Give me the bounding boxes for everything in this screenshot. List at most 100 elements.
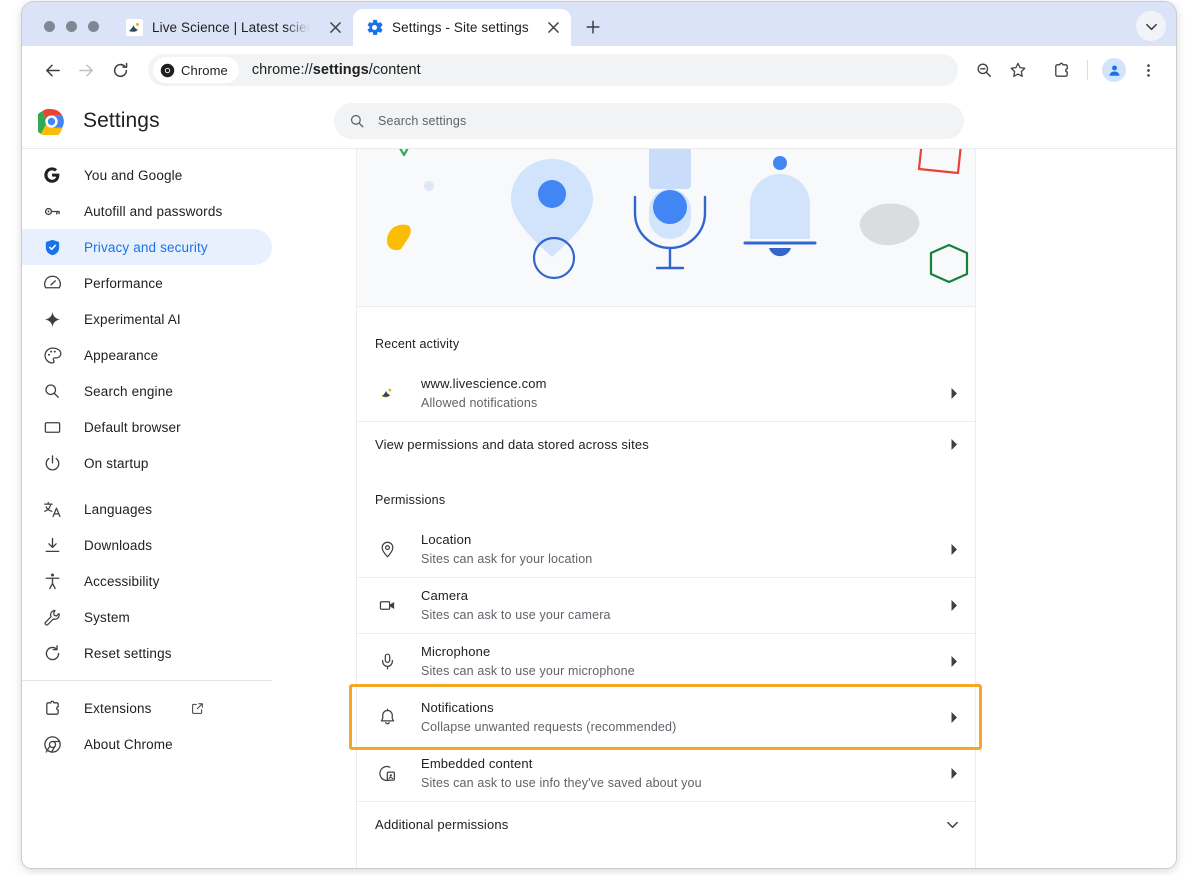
search-settings-input[interactable]: Search settings: [334, 103, 964, 139]
sidebar-item-on-startup[interactable]: On startup: [22, 445, 272, 481]
recent-activity-site-row[interactable]: www.livescience.com Allowed notification…: [357, 365, 975, 421]
browser-menu-button[interactable]: [1132, 54, 1164, 86]
sidebar-item-about-chrome[interactable]: About Chrome: [22, 726, 272, 762]
arrow-right-icon: [77, 61, 96, 80]
browser-window-icon: [42, 417, 62, 437]
palette-icon: [42, 345, 62, 365]
tab-title: Settings - Site settings: [392, 20, 529, 35]
permission-text: Microphone Sites can ask to use your mic…: [421, 642, 950, 681]
sidebar-item-autofill-and-passwords[interactable]: Autofill and passwords: [22, 193, 272, 229]
bell-icon: [375, 708, 399, 727]
close-window-button[interactable]: [44, 21, 55, 32]
sidebar-item-languages[interactable]: Languages: [22, 491, 272, 527]
sidebar-item-performance[interactable]: Performance: [22, 265, 272, 301]
sidebar-item-label: System: [84, 610, 130, 625]
maximize-window-button[interactable]: [88, 21, 99, 32]
additional-permissions-text: Additional permissions: [375, 815, 946, 834]
microphone-icon: [375, 652, 399, 671]
sidebar-item-privacy-and-security[interactable]: Privacy and security: [22, 229, 272, 265]
sidebar-item-label: Extensions: [84, 701, 152, 716]
plus-icon: [586, 20, 600, 34]
address-bar[interactable]: Chrome chrome://settings/content: [148, 54, 958, 86]
chevron-down-icon[interactable]: [946, 818, 959, 831]
chevron-right-icon: [950, 655, 959, 668]
livescience-favicon: [126, 19, 143, 36]
embedded-content-icon: [375, 764, 399, 783]
chrome-origin-chip[interactable]: Chrome: [153, 57, 239, 83]
extension-puzzle-icon: [42, 698, 62, 718]
sidebar-item-you-and-google[interactable]: You and Google: [22, 157, 272, 193]
sidebar-item-experimental-ai[interactable]: Experimental AI: [22, 301, 272, 337]
back-button[interactable]: [36, 54, 68, 86]
bookmark-button[interactable]: [1002, 54, 1034, 86]
sidebar-item-label: Performance: [84, 276, 163, 291]
permission-row-embedded-content[interactable]: Embedded content Sites can ask to use in…: [357, 745, 975, 801]
shield-icon: [42, 237, 62, 257]
minimize-window-button[interactable]: [66, 21, 77, 32]
reload-button[interactable]: [104, 54, 136, 86]
sidebar-item-search-engine[interactable]: Search engine: [22, 373, 272, 409]
zoom-out-button[interactable]: [968, 54, 1000, 86]
tab-search-button[interactable]: [1136, 11, 1166, 41]
new-tab-button[interactable]: [579, 13, 607, 41]
view-permissions-text: View permissions and data stored across …: [375, 435, 950, 454]
site-settings-illustration: [357, 149, 975, 307]
chrome-logo-icon: [38, 108, 65, 135]
notifications-highlight-wrapper: Notifications Collapse unwanted requests…: [357, 689, 975, 745]
sidebar-item-label: Appearance: [84, 348, 158, 363]
more-vertical-icon: [1140, 62, 1157, 79]
chevron-down-icon: [1145, 20, 1158, 33]
chevron-right-icon: [950, 438, 959, 451]
download-icon: [42, 535, 62, 555]
speedometer-icon: [42, 273, 62, 293]
sidebar-item-appearance[interactable]: Appearance: [22, 337, 272, 373]
sidebar-item-label: Privacy and security: [84, 240, 208, 255]
sidebar-item-label: Search engine: [84, 384, 173, 399]
sidebar-item-extensions[interactable]: Extensions: [22, 690, 272, 726]
sidebar-gap: [22, 481, 334, 491]
key-icon: [42, 201, 62, 221]
sidebar-item-label: Accessibility: [84, 574, 159, 589]
extensions-button[interactable]: [1045, 54, 1077, 86]
page-title: Settings: [83, 109, 160, 133]
settings-body: You and Google Autofill and passwords Pr…: [22, 149, 1176, 868]
settings-page: Settings Search settings You and Google: [22, 94, 1176, 868]
settings-content: Recent activity www.livescience.com: [334, 149, 1176, 868]
close-icon[interactable]: [544, 18, 564, 38]
person-icon: [1107, 63, 1122, 78]
power-icon: [42, 453, 62, 473]
view-permissions-row[interactable]: View permissions and data stored across …: [357, 421, 975, 467]
toolbar-actions: [968, 54, 1164, 86]
livescience-favicon: [375, 385, 399, 401]
tab-settings[interactable]: Settings - Site settings: [353, 9, 571, 46]
additional-permissions-label: Additional permissions: [375, 815, 946, 834]
sidebar-item-default-browser[interactable]: Default browser: [22, 409, 272, 445]
search-icon: [349, 113, 365, 129]
permission-row-notifications[interactable]: Notifications Collapse unwanted requests…: [357, 689, 975, 745]
sidebar-item-system[interactable]: System: [22, 599, 272, 635]
recent-activity-site-text: www.livescience.com Allowed notification…: [421, 374, 950, 413]
chevron-right-icon: [950, 543, 959, 556]
location-pin-icon: [375, 540, 399, 559]
permission-title: Notifications: [421, 698, 950, 717]
browser-toolbar: Chrome chrome://settings/content: [22, 46, 1176, 94]
tab-strip: Live Science | Latest science Settings -…: [22, 2, 1176, 46]
sidebar-item-downloads[interactable]: Downloads: [22, 527, 272, 563]
tab-live-science[interactable]: Live Science | Latest science: [113, 9, 353, 46]
additional-permissions-row[interactable]: Additional permissions: [357, 801, 975, 847]
settings-brand[interactable]: Settings: [22, 108, 334, 135]
permission-row-microphone[interactable]: Microphone Sites can ask to use your mic…: [357, 633, 975, 689]
permission-row-camera[interactable]: Camera Sites can ask to use your camera: [357, 577, 975, 633]
settings-header: Settings Search settings: [22, 94, 1176, 149]
permission-row-location[interactable]: Location Sites can ask for your location: [357, 521, 975, 577]
permission-text: Embedded content Sites can ask to use in…: [421, 754, 950, 793]
url-suffix: /content: [369, 62, 421, 78]
sidebar-item-reset-settings[interactable]: Reset settings: [22, 635, 272, 671]
permissions-label: Permissions: [357, 467, 975, 521]
chrome-outline-icon: [42, 734, 62, 754]
profile-button[interactable]: [1098, 54, 1130, 86]
forward-button[interactable]: [70, 54, 102, 86]
chevron-right-icon: [950, 711, 959, 724]
close-icon[interactable]: [325, 18, 345, 38]
sidebar-item-accessibility[interactable]: Accessibility: [22, 563, 272, 599]
